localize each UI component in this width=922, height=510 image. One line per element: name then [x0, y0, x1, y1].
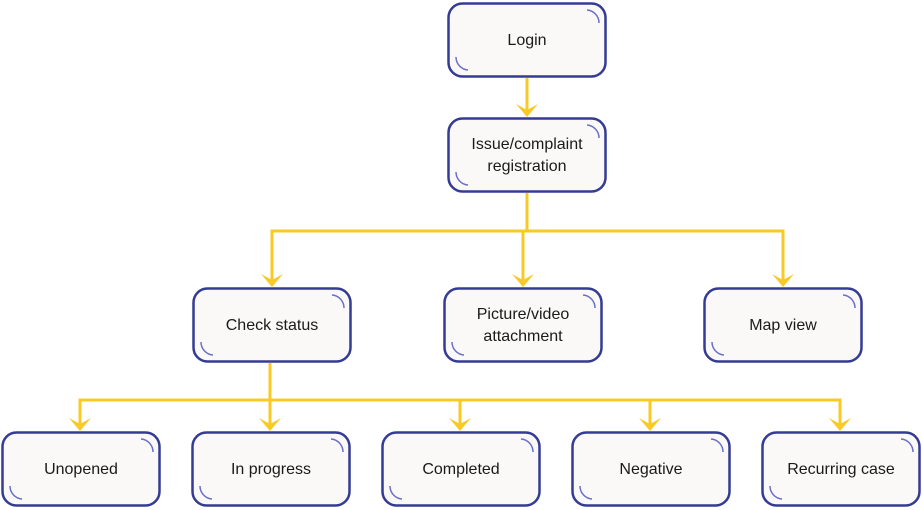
node-box [443, 287, 603, 363]
node-label: In progress [231, 461, 311, 478]
node-label: Completed [422, 461, 499, 478]
node-login: Login [447, 2, 607, 78]
node-label: Negative [619, 461, 682, 478]
flowchart: Login Issue/complaint registration Check st… [1, 2, 921, 507]
node-label: attachment [483, 328, 563, 345]
node-registration: Issue/complaint registration [447, 117, 607, 193]
node-attachment: Picture/video attachment [443, 287, 603, 363]
node-label: Map view [749, 317, 817, 334]
node-label: Unopened [44, 461, 118, 478]
node-in-progress: In progress [191, 431, 351, 507]
node-label: registration [487, 158, 566, 175]
node-check-status: Check status [192, 287, 352, 363]
node-unopened: Unopened [1, 431, 161, 507]
node-label: Issue/complaint [471, 136, 583, 153]
node-label: Check status [226, 317, 318, 334]
node-recurring: Recurring case [761, 431, 921, 507]
node-label: Picture/video [477, 306, 570, 323]
node-label: Recurring case [787, 461, 895, 478]
node-completed: Completed [381, 431, 541, 507]
node-box [447, 117, 607, 193]
node-negative: Negative [571, 431, 731, 507]
node-map-view: Map view [703, 287, 863, 363]
node-label: Login [507, 32, 546, 49]
